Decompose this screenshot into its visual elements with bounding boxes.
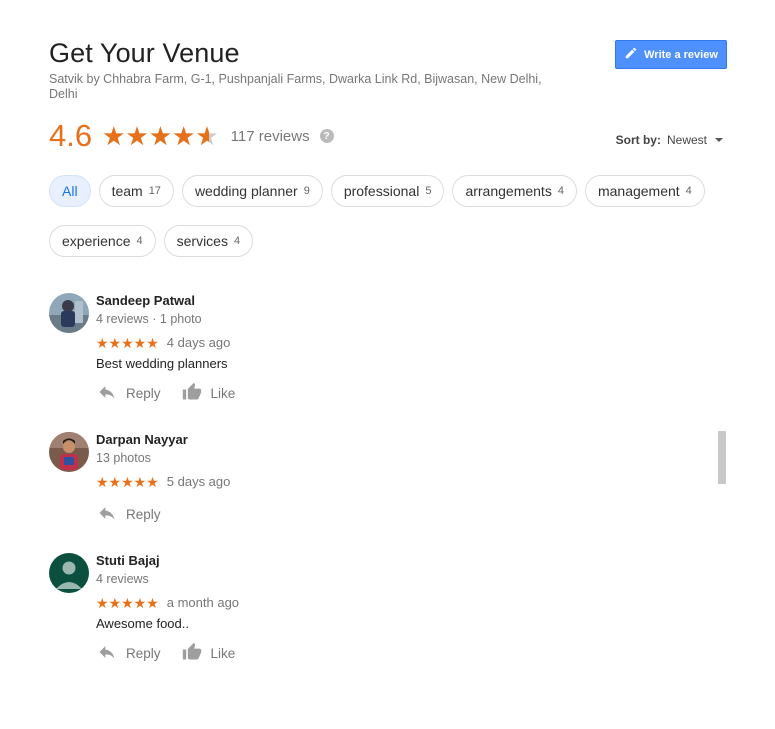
- chip-label: services: [176, 233, 228, 249]
- reviewer-name[interactable]: Sandeep Patwal: [96, 293, 696, 309]
- like-label: Like: [210, 646, 236, 661]
- chip-experience[interactable]: experience 4: [49, 225, 156, 257]
- scrollbar-thumb[interactable]: [718, 431, 726, 484]
- reviewer-name[interactable]: Stuti Bajaj: [96, 553, 696, 569]
- sort-value[interactable]: Newest: [667, 133, 707, 147]
- avatar[interactable]: [49, 432, 89, 472]
- chip-label: team: [111, 183, 143, 199]
- reply-icon: [96, 382, 118, 405]
- like-label: Like: [210, 386, 236, 401]
- reviewer-name[interactable]: Darpan Nayyar: [96, 432, 696, 448]
- review-date: a month ago: [166, 595, 240, 610]
- reviewer-meta: 13 photos: [96, 451, 151, 465]
- sort-label: Sort by:: [615, 133, 661, 147]
- chip-label: wedding planner: [194, 183, 298, 199]
- chip-team[interactable]: team 17: [98, 175, 174, 207]
- place-title: Get Your Venue: [49, 38, 240, 68]
- review-stars: ★★★★★: [96, 335, 159, 351]
- review-item: Sandeep Patwal 4 reviews · 1 photo ★★★★★…: [49, 293, 709, 413]
- review-item: Stuti Bajaj 4 reviews ★★★★★ a month ago …: [49, 553, 709, 673]
- chip-count: 4: [233, 235, 241, 247]
- reply-label: Reply: [126, 386, 161, 401]
- chip-count: 5: [425, 185, 432, 197]
- reply-icon: [96, 503, 118, 526]
- chip-all[interactable]: All: [49, 175, 91, 207]
- topic-chips: All team 17 wedding planner 9 profession…: [49, 175, 729, 275]
- chip-count: 4: [136, 235, 143, 247]
- chip-management[interactable]: management 4: [584, 175, 705, 207]
- chip-label: professional: [343, 183, 420, 199]
- chip-label: All: [62, 183, 78, 199]
- reply-button[interactable]: Reply: [96, 503, 161, 526]
- chip-services[interactable]: services 4: [163, 225, 254, 257]
- chip-arrangements[interactable]: arrangements 4: [452, 175, 577, 207]
- reply-button[interactable]: Reply: [96, 642, 161, 665]
- review-text: Awesome food..: [96, 616, 189, 631]
- help-icon[interactable]: ?: [319, 129, 334, 143]
- rating-summary: 4.6 ★★★★★ ★★★★★ 117 reviews ?: [49, 116, 334, 156]
- chip-count: 4: [685, 185, 692, 197]
- chip-count: 4: [557, 185, 564, 197]
- write-review-button[interactable]: Write a review: [615, 40, 727, 69]
- reply-button[interactable]: Reply: [96, 382, 161, 405]
- review-count[interactable]: 117 reviews: [231, 128, 310, 145]
- like-button[interactable]: Like: [181, 382, 236, 405]
- sort-control[interactable]: Sort by: Newest: [616, 133, 723, 147]
- avatar[interactable]: [49, 553, 89, 593]
- reviewer-meta: 4 reviews: [96, 572, 149, 586]
- review-text: Best wedding planners: [96, 356, 228, 371]
- review-date: 5 days ago: [166, 474, 231, 489]
- review-item: Darpan Nayyar 13 photos ★★★★★ 5 days ago…: [49, 432, 709, 532]
- rating-value: 4.6: [49, 118, 93, 153]
- review-stars: ★★★★★: [96, 474, 159, 490]
- avatar[interactable]: [49, 293, 89, 333]
- write-review-label: Write a review: [644, 48, 718, 61]
- reply-label: Reply: [126, 507, 161, 522]
- place-address: Satvik by Chhabra Farm, G-1, Pushpanjali…: [49, 72, 542, 101]
- chip-label: experience: [62, 233, 131, 249]
- chip-count: 9: [303, 185, 310, 197]
- chip-professional[interactable]: professional 5: [330, 175, 445, 207]
- rating-stars: ★★★★★ ★★★★★: [102, 121, 219, 151]
- chip-label: arrangements: [465, 183, 552, 199]
- chip-wedding-planner[interactable]: wedding planner 9: [181, 175, 323, 207]
- thumbs-up-icon: [181, 642, 203, 665]
- like-button[interactable]: Like: [181, 642, 236, 665]
- review-date: 4 days ago: [166, 335, 231, 350]
- chip-label: management: [597, 183, 680, 199]
- thumbs-up-icon: [181, 382, 203, 405]
- review-stars: ★★★★★: [96, 595, 159, 611]
- caret-down-icon[interactable]: [715, 138, 723, 142]
- reply-icon: [96, 642, 118, 665]
- chip-count: 17: [148, 185, 161, 197]
- reply-label: Reply: [126, 646, 161, 661]
- reviewer-meta: 4 reviews · 1 photo: [96, 312, 202, 326]
- pencil-icon: [624, 46, 638, 63]
